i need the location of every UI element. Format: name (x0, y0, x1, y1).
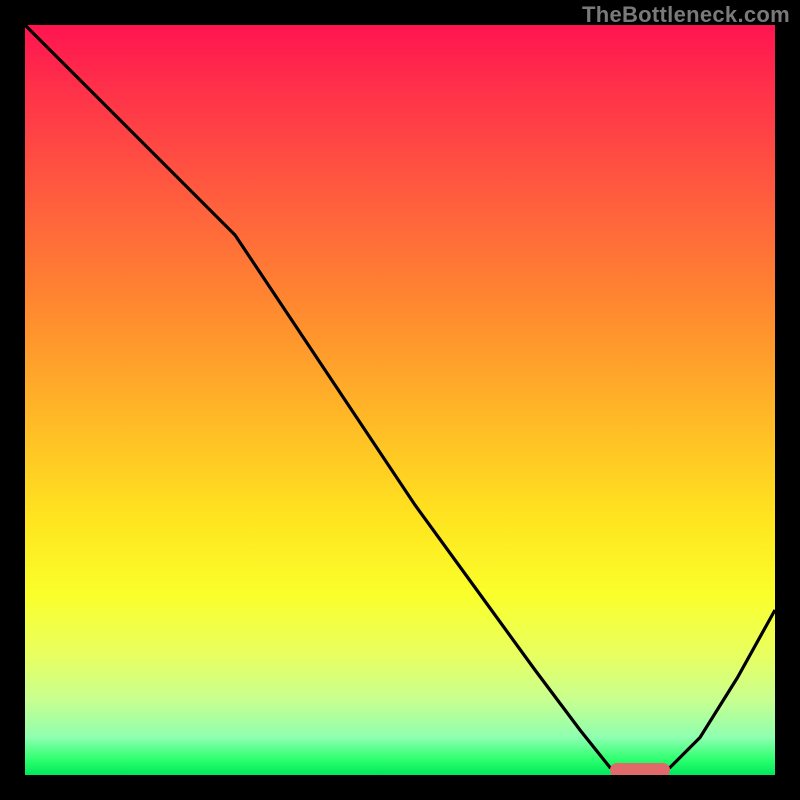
minimum-marker (610, 763, 670, 775)
curve-svg (25, 25, 775, 775)
bottleneck-curve-path (25, 25, 775, 771)
plot-area (25, 25, 775, 775)
chart-frame: TheBottleneck.com (0, 0, 800, 800)
